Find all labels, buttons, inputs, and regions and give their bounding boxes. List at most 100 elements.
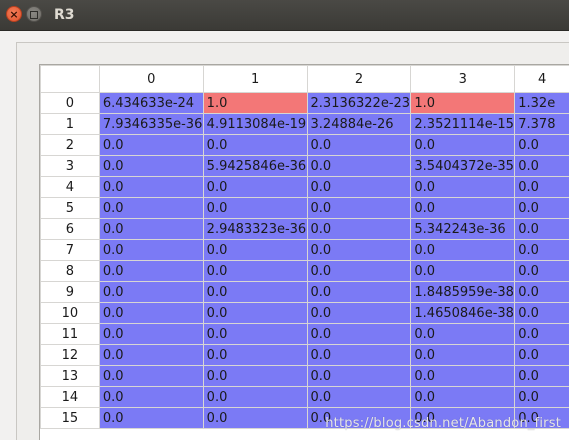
table-cell[interactable]: 0.0 [515, 156, 569, 177]
table-cell[interactable]: 0.0 [515, 261, 569, 282]
table-cell[interactable]: 0.0 [515, 135, 569, 156]
table-cell[interactable]: 0.0 [307, 387, 411, 408]
table-cell[interactable]: 0.0 [307, 366, 411, 387]
table-cell[interactable]: 0.0 [515, 387, 569, 408]
column-header[interactable]: 1 [203, 66, 307, 93]
table-cell[interactable]: 0.0 [203, 198, 307, 219]
table-cell[interactable]: 0.0 [203, 261, 307, 282]
maximize-window-icon[interactable] [26, 6, 42, 22]
column-header[interactable]: 0 [99, 66, 203, 93]
table-cell[interactable]: 0.0 [99, 387, 203, 408]
row-header[interactable]: 9 [41, 282, 100, 303]
data-table[interactable]: 01234 06.434633e-241.02.3136322e-231.01.… [39, 64, 569, 440]
table-cell[interactable]: 0.0 [307, 135, 411, 156]
table-cell[interactable]: 0.0 [515, 345, 569, 366]
table-cell[interactable]: 0.0 [99, 198, 203, 219]
table-cell[interactable]: 0.0 [515, 177, 569, 198]
table-cell[interactable]: 0.0 [203, 303, 307, 324]
table-cell[interactable]: 0.0 [203, 282, 307, 303]
table-cell[interactable]: 0.0 [307, 156, 411, 177]
table-cell[interactable]: 7.9346335e-36 [99, 114, 203, 135]
table-cell[interactable]: 0.0 [515, 366, 569, 387]
table-cell[interactable]: 0.0 [307, 198, 411, 219]
table-cell[interactable]: 0.0 [99, 177, 203, 198]
table-cell[interactable]: 0.0 [307, 177, 411, 198]
table-cell[interactable]: 5.9425846e-36 [203, 156, 307, 177]
table-cell[interactable]: 0.0 [411, 366, 515, 387]
close-window-icon[interactable]: × [6, 6, 22, 22]
row-header[interactable]: 5 [41, 198, 100, 219]
table-cell[interactable]: 0.0 [411, 324, 515, 345]
table-cell[interactable]: 1.32e [515, 93, 569, 114]
row-header[interactable]: 4 [41, 177, 100, 198]
row-header[interactable]: 10 [41, 303, 100, 324]
table-cell[interactable]: 2.9483323e-36 [203, 219, 307, 240]
table-cell[interactable]: 0.0 [99, 135, 203, 156]
table-cell[interactable]: 0.0 [99, 366, 203, 387]
row-header[interactable]: 1 [41, 114, 100, 135]
table-cell[interactable]: 1.0 [203, 93, 307, 114]
table-cell[interactable]: 0.0 [411, 198, 515, 219]
table-cell[interactable]: 1.8485959e-38 [411, 282, 515, 303]
table-cell[interactable]: 0.0 [307, 219, 411, 240]
table-cell[interactable]: 0.0 [411, 177, 515, 198]
table-cell[interactable]: 0.0 [411, 345, 515, 366]
table-cell[interactable]: 0.0 [307, 345, 411, 366]
table-cell[interactable]: 0.0 [203, 135, 307, 156]
row-header[interactable]: 13 [41, 366, 100, 387]
table-cell[interactable]: 0.0 [307, 324, 411, 345]
table-cell[interactable]: 0.0 [203, 345, 307, 366]
table-cell[interactable]: 0.0 [99, 156, 203, 177]
table-cell[interactable]: 0.0 [307, 282, 411, 303]
table-cell[interactable]: 4.9113084e-19 [203, 114, 307, 135]
table-cell[interactable]: 0.0 [411, 240, 515, 261]
table-cell[interactable]: 6.434633e-24 [99, 93, 203, 114]
table-cell[interactable]: 0.0 [411, 135, 515, 156]
row-header[interactable]: 3 [41, 156, 100, 177]
table-cell[interactable]: 2.3521114e-15 [411, 114, 515, 135]
table-cell[interactable]: 1.0 [411, 93, 515, 114]
row-header[interactable]: 15 [41, 408, 100, 429]
table-cell[interactable]: 7.378 [515, 114, 569, 135]
table-cell[interactable]: 0.0 [307, 240, 411, 261]
table-cell[interactable]: 0.0 [99, 282, 203, 303]
table-cell[interactable]: 0.0 [515, 219, 569, 240]
table-cell[interactable]: 0.0 [99, 261, 203, 282]
table-cell[interactable]: 0.0 [515, 240, 569, 261]
table-cell[interactable]: 0.0 [515, 303, 569, 324]
table-cell[interactable]: 5.342243e-36 [411, 219, 515, 240]
data-grid[interactable]: 01234 06.434633e-241.02.3136322e-231.01.… [40, 65, 569, 429]
table-cell[interactable]: 0.0 [515, 282, 569, 303]
row-header[interactable]: 11 [41, 324, 100, 345]
table-cell[interactable]: 0.0 [203, 366, 307, 387]
table-cell[interactable]: 0.0 [99, 219, 203, 240]
table-cell[interactable]: 2.3136322e-23 [307, 93, 411, 114]
table-cell[interactable]: 0.0 [99, 408, 203, 429]
row-header[interactable]: 0 [41, 93, 100, 114]
column-header[interactable]: 4 [515, 66, 569, 93]
table-cell[interactable]: 1.4650846e-38 [411, 303, 515, 324]
table-cell[interactable]: 0.0 [203, 240, 307, 261]
table-cell[interactable]: 3.24884e-26 [307, 114, 411, 135]
table-cell[interactable]: 0.0 [411, 387, 515, 408]
table-cell[interactable]: 0.0 [515, 324, 569, 345]
column-header[interactable]: 3 [411, 66, 515, 93]
table-cell[interactable]: 0.0 [515, 198, 569, 219]
table-cell[interactable]: 3.5404372e-35 [411, 156, 515, 177]
table-cell[interactable]: 0.0 [99, 240, 203, 261]
table-cell[interactable]: 0.0 [203, 177, 307, 198]
row-header[interactable]: 12 [41, 345, 100, 366]
table-cell[interactable]: 0.0 [203, 387, 307, 408]
table-cell[interactable]: 0.0 [307, 303, 411, 324]
table-cell[interactable]: 0.0 [99, 324, 203, 345]
row-header[interactable]: 8 [41, 261, 100, 282]
column-header[interactable]: 2 [307, 66, 411, 93]
table-cell[interactable]: 0.0 [203, 324, 307, 345]
table-cell[interactable]: 0.0 [99, 303, 203, 324]
row-header[interactable]: 7 [41, 240, 100, 261]
row-header[interactable]: 6 [41, 219, 100, 240]
row-header[interactable]: 2 [41, 135, 100, 156]
table-cell[interactable]: 0.0 [411, 261, 515, 282]
table-cell[interactable]: 0.0 [307, 261, 411, 282]
row-header[interactable]: 14 [41, 387, 100, 408]
